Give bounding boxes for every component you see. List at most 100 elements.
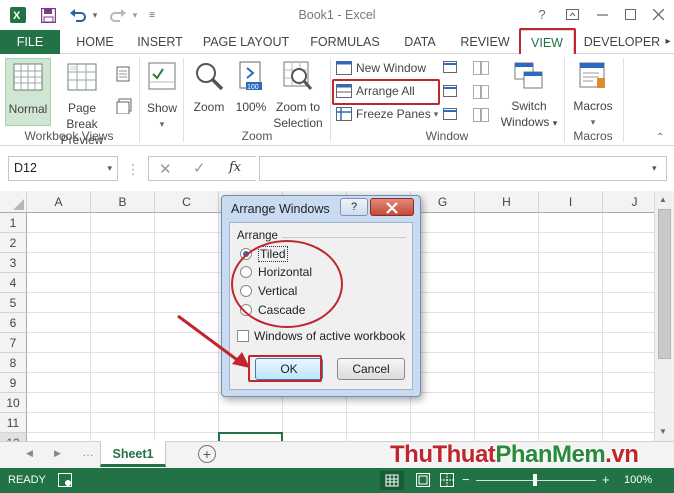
tab-insert[interactable]: INSERT — [130, 30, 190, 54]
row-header[interactable]: 1 — [0, 213, 27, 233]
highlight-box-arrange-all — [332, 79, 440, 105]
column-header[interactable]: I — [539, 191, 603, 213]
page-layout-view-icon[interactable] — [116, 66, 130, 85]
zoom-100-button[interactable]: 100 100% — [232, 58, 270, 115]
tab-file[interactable]: FILE — [0, 30, 60, 54]
tab-developer[interactable]: DEVELOPER — [582, 30, 662, 54]
tab-home[interactable]: HOME — [66, 30, 124, 54]
row-header[interactable]: 7 — [0, 333, 27, 353]
unhide-window-icon[interactable] — [443, 108, 457, 123]
split-icon[interactable] — [443, 61, 457, 76]
page-layout-status-icon[interactable] — [416, 473, 430, 490]
hide-window-icon[interactable] — [443, 85, 457, 100]
group-separator — [139, 58, 140, 142]
zoom-100-label: 100% — [235, 100, 267, 114]
switch-windows-label-1: Switch — [511, 99, 547, 113]
zoom-selection-icon — [270, 61, 326, 95]
magnifier-icon — [188, 61, 230, 95]
column-header[interactable]: C — [155, 191, 219, 213]
new-window-button[interactable]: New Window — [336, 58, 426, 78]
show-icon — [143, 62, 181, 94]
page-break-status-icon[interactable] — [440, 473, 454, 490]
freeze-panes-button[interactable]: Freeze Panes ▾ — [336, 104, 438, 124]
show-button[interactable]: Show ▾ — [143, 58, 181, 132]
zoom-100-icon: 100 — [232, 61, 270, 95]
sheet-scroll-right-icon[interactable]: ▶ — [54, 448, 61, 459]
maximize-icon[interactable] — [618, 4, 642, 24]
synchronous-scrolling-icon[interactable] — [473, 85, 489, 102]
normal-view-button[interactable]: Normal — [5, 58, 51, 126]
row-header[interactable]: 5 — [0, 293, 27, 313]
reset-window-position-icon[interactable] — [473, 108, 489, 125]
dialog-help-button[interactable]: ? — [340, 198, 368, 216]
new-window-icon — [336, 61, 352, 75]
column-header[interactable]: J — [603, 191, 654, 213]
row-header[interactable]: 3 — [0, 253, 27, 273]
workbook-views-group-label: Workbook Views — [24, 129, 114, 143]
row-header[interactable]: 9 — [0, 373, 27, 393]
freeze-panes-label: Freeze Panes — [356, 107, 431, 121]
column-header[interactable]: B — [91, 191, 155, 213]
zoom-button[interactable]: Zoom — [188, 58, 230, 115]
zoom-in-icon[interactable]: + — [602, 472, 610, 487]
normal-view-status-icon[interactable] — [380, 471, 404, 490]
name-box-dropdown-icon[interactable]: ▾ — [107, 157, 112, 180]
macros-group-label: Macros — [573, 129, 613, 143]
row-header[interactable]: 8 — [0, 353, 27, 373]
help-button[interactable]: ? — [530, 4, 554, 24]
tab-page-layout[interactable]: PAGE LAYOUT — [196, 30, 296, 54]
formula-bar-grip-icon: ⋮ — [126, 161, 140, 177]
windows-of-active-workbook-checkbox[interactable]: Windows of active workbook — [237, 329, 405, 343]
cancel-button[interactable]: Cancel — [337, 358, 405, 380]
macros-icon — [568, 62, 618, 94]
formula-input[interactable] — [259, 156, 667, 181]
zoom-group-label: Zoom — [241, 129, 273, 143]
row-header[interactable]: 10 — [0, 393, 27, 413]
dialog-close-button[interactable] — [370, 198, 414, 216]
freeze-panes-icon — [336, 107, 352, 121]
custom-views-icon[interactable] — [116, 98, 132, 117]
add-sheet-icon[interactable]: + — [198, 445, 216, 463]
scrollbar-thumb[interactable] — [658, 209, 671, 359]
name-box[interactable]: D12 ▾ — [8, 156, 118, 181]
vertical-scrollbar[interactable]: ▲ ▼ — [654, 191, 674, 441]
zoom-to-selection-button[interactable]: Zoom to Selection — [270, 58, 326, 131]
tab-formulas[interactable]: FORMULAS — [304, 30, 386, 54]
insert-function-icon[interactable]: fx — [229, 160, 241, 175]
collapse-ribbon-icon[interactable]: ⌃ — [656, 132, 664, 143]
macros-button[interactable]: Macros ▾ — [568, 58, 618, 130]
sheet-scroll-left-icon[interactable]: ◀ — [26, 448, 33, 459]
row-header[interactable]: 2 — [0, 233, 27, 253]
zoom-slider-thumb[interactable] — [533, 474, 537, 486]
selected-cell[interactable] — [218, 432, 283, 441]
enter-entry-icon[interactable]: ✓ — [193, 159, 206, 177]
cancel-entry-icon[interactable]: ✕ — [159, 160, 172, 178]
select-all-corner[interactable] — [0, 191, 27, 213]
group-rule — [282, 237, 406, 238]
ribbon-display-options-icon[interactable] — [560, 4, 584, 24]
column-header[interactable]: H — [475, 191, 539, 213]
zoom-out-icon[interactable]: − — [462, 472, 470, 487]
row-header[interactable]: 12 — [0, 433, 27, 441]
tab-review[interactable]: REVIEW — [454, 30, 516, 54]
tab-data[interactable]: DATA — [392, 30, 448, 54]
tabs-scroll-right-icon[interactable]: ▸ — [662, 30, 674, 54]
view-side-by-side-icon[interactable] — [473, 61, 489, 78]
grid-line — [538, 213, 539, 441]
row-header[interactable]: 6 — [0, 313, 27, 333]
expand-formula-bar-icon[interactable]: ▾ — [652, 163, 657, 174]
scroll-down-icon[interactable]: ▼ — [659, 427, 667, 436]
sheet-more-icon[interactable]: … — [82, 445, 94, 459]
minimize-icon[interactable] — [590, 4, 614, 24]
close-icon[interactable] — [646, 4, 670, 24]
macros-label: Macros — [573, 99, 613, 113]
zoom-level[interactable]: 100% — [624, 474, 652, 486]
row-header[interactable]: 11 — [0, 413, 27, 433]
sheet-tab-sheet1[interactable]: Sheet1 — [100, 441, 166, 467]
grid-line — [27, 432, 654, 433]
switch-windows-button[interactable]: Switch Windows ▾ — [498, 58, 560, 131]
macro-record-icon[interactable] — [58, 473, 72, 490]
column-header[interactable]: A — [27, 191, 91, 213]
scroll-up-icon[interactable]: ▲ — [659, 195, 667, 204]
row-header[interactable]: 4 — [0, 273, 27, 293]
